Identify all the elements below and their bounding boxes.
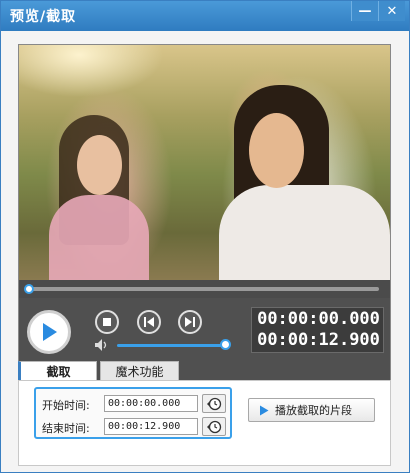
tab-magic-functions[interactable]: 魔术功能 (100, 361, 179, 381)
preview-window: 预览/截取 — ✕ 00:00:00.000 00:00:12.900 截取 魔… (0, 0, 410, 473)
play-icon (260, 405, 269, 415)
current-time: 00:00:00.000 (257, 309, 380, 329)
volume-icon[interactable] (94, 338, 110, 352)
clip-time-fields: 开始时间: 00:00:00.000 结束时间: 00:00:12.900 (34, 387, 232, 439)
volume-slider-handle[interactable] (220, 339, 231, 350)
set-end-time-button[interactable] (202, 417, 226, 436)
video-figure-left-face (77, 135, 122, 195)
video-player: 00:00:00.000 00:00:12.900 (18, 44, 391, 389)
video-frame[interactable] (19, 45, 390, 280)
clock-set-icon (207, 420, 222, 433)
progress-bar[interactable] (19, 280, 390, 298)
play-icon (43, 323, 57, 341)
next-frame-button[interactable] (178, 310, 202, 334)
video-figure-left-body (49, 195, 149, 280)
tab-bar: 截取 魔术功能 (18, 361, 391, 381)
stop-icon (103, 318, 111, 326)
minimize-button[interactable]: — (351, 1, 378, 21)
play-button[interactable] (27, 310, 71, 354)
clip-panel: 开始时间: 00:00:00.000 结束时间: 00:00:12.900 播放… (18, 380, 391, 466)
play-clip-button[interactable]: 播放截取的片段 (248, 398, 375, 422)
progress-handle[interactable] (24, 284, 34, 294)
start-time-input[interactable]: 00:00:00.000 (104, 395, 198, 412)
window-title: 预览/截取 (10, 9, 77, 25)
play-clip-label: 播放截取的片段 (275, 404, 352, 417)
close-button[interactable]: ✕ (378, 1, 405, 21)
tab-clip[interactable]: 截取 (18, 361, 97, 381)
next-frame-icon (185, 317, 195, 327)
previous-frame-button[interactable] (137, 310, 161, 334)
end-time-label: 结束时间: (42, 422, 90, 435)
set-start-time-button[interactable] (202, 394, 226, 413)
previous-frame-icon (144, 317, 154, 327)
window-content: 00:00:00.000 00:00:12.900 截取 魔术功能 开始时间: … (5, 31, 405, 471)
video-figure-right-body (219, 185, 390, 280)
clock-set-icon (207, 397, 222, 410)
end-time-input[interactable]: 00:00:12.900 (104, 418, 198, 435)
video-figure-right-face (249, 113, 304, 188)
stop-button[interactable] (95, 310, 119, 334)
total-time: 00:00:12.900 (257, 330, 380, 350)
title-bar[interactable]: 预览/截取 — ✕ (1, 1, 409, 31)
progress-track[interactable] (24, 284, 379, 294)
time-display: 00:00:00.000 00:00:12.900 (251, 307, 384, 353)
volume-slider-track[interactable] (117, 344, 225, 347)
start-time-label: 开始时间: (42, 399, 90, 412)
